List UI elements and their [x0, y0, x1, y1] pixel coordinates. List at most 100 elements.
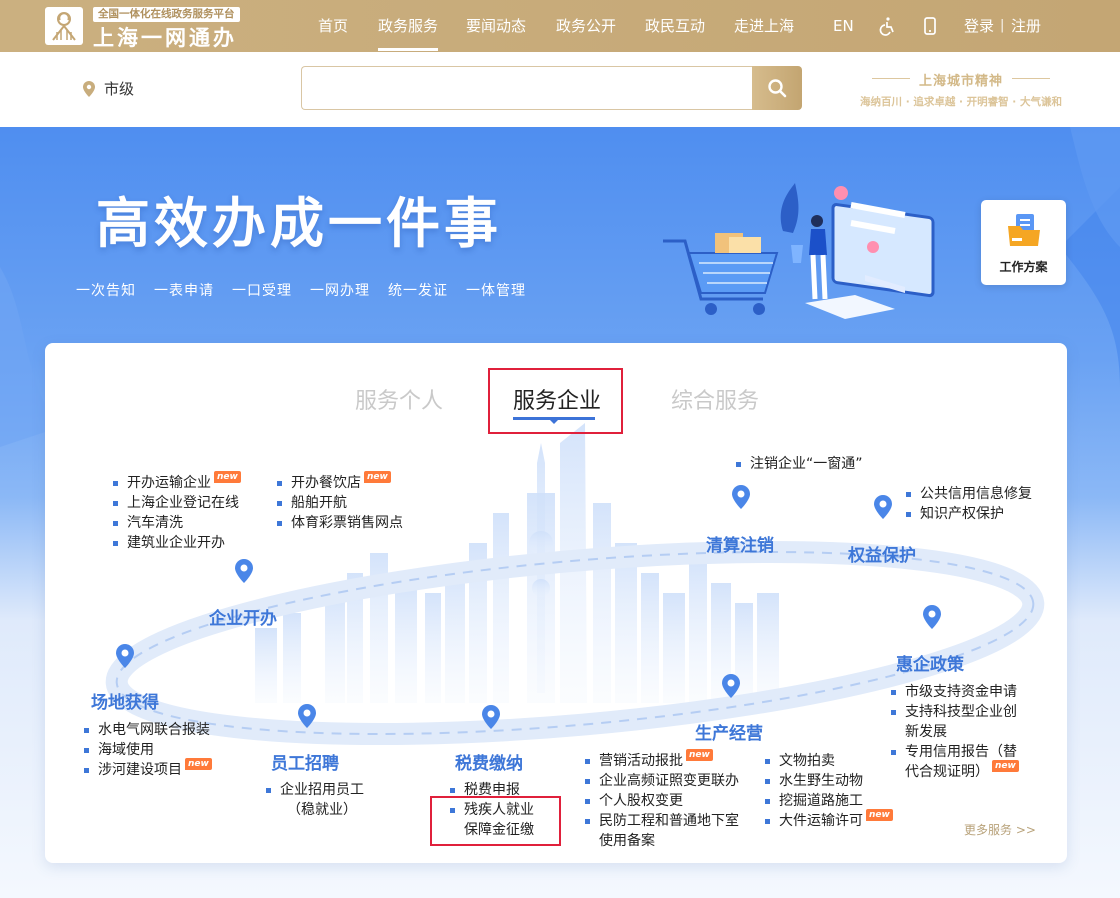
- service-list-rights-protection: 公共信用信息修复 知识产权保护: [906, 484, 1032, 524]
- service-item[interactable]: 汽车清洗: [113, 513, 241, 533]
- map-pin-icon: [482, 705, 500, 729]
- service-item-continuation[interactable]: （稳就业）: [266, 800, 364, 820]
- city-spirit-title: 上海城市精神: [866, 70, 1056, 89]
- service-item[interactable]: 企业招用员工: [266, 780, 364, 800]
- service-item[interactable]: 涉河建设项目new: [84, 760, 212, 780]
- service-list-production-operation-a: 营销活动报批new 企业高频证照变更联办 个人股权变更 民防工程和普通地下室 使…: [585, 751, 739, 851]
- map-pin-icon: [732, 485, 750, 509]
- service-item[interactable]: 文物拍卖: [765, 751, 893, 771]
- accessibility-icon[interactable]: [878, 16, 898, 36]
- category-enterprise-policies[interactable]: 惠企政策: [896, 650, 964, 675]
- service-list-enterprise-setup-a: 开办运输企业new 上海企业登记在线 汽车清洗 建筑业企业开办: [113, 473, 241, 553]
- location-pin-icon[interactable]: [83, 81, 95, 97]
- map-pin-icon: [874, 495, 892, 519]
- service-item[interactable]: 开办餐饮店new: [277, 473, 403, 493]
- service-item[interactable]: 企业高频证照变更联办: [585, 771, 739, 791]
- map-pin-icon: [923, 605, 941, 629]
- service-item[interactable]: 营销活动报批new: [585, 751, 739, 771]
- feature-item: 统一发证: [388, 280, 448, 300]
- active-tab-caret: [550, 420, 558, 424]
- feature-item: 一次告知: [76, 280, 136, 300]
- category-rights-protection[interactable]: 权益保护: [848, 541, 916, 566]
- service-list-enterprise-policies: 市级支持资金申请 支持科技型企业创 新发展 专用信用报告（替 代合规证明）new: [891, 682, 1019, 782]
- feature-list: 一次告知 一表申请 一口受理 一网办理 统一发证 一体管理: [76, 280, 526, 300]
- category-employee-recruitment[interactable]: 员工招聘: [271, 749, 339, 774]
- map-pin-icon: [116, 644, 134, 668]
- service-item[interactable]: 知识产权保护: [906, 504, 1032, 524]
- category-liquidation[interactable]: 清算注销: [706, 531, 774, 556]
- service-item-continuation[interactable]: 代合规证明）new: [891, 762, 1019, 782]
- service-item-continuation[interactable]: 使用备案: [585, 831, 739, 851]
- service-item[interactable]: 海域使用: [84, 740, 212, 760]
- service-item[interactable]: 残疾人就业: [450, 800, 534, 820]
- service-item[interactable]: 大件运输许可new: [765, 811, 893, 831]
- category-enterprise-setup[interactable]: 企业开办: [209, 604, 277, 629]
- new-badge: new: [686, 749, 713, 761]
- new-badge: new: [214, 471, 241, 483]
- service-item[interactable]: 水生野生动物: [765, 771, 893, 791]
- service-item[interactable]: 专用信用报告（替: [891, 742, 1019, 762]
- feature-item: 一网办理: [310, 280, 370, 300]
- search-button[interactable]: [752, 66, 802, 110]
- service-list-site-acquisition: 水电气网联合报装 海域使用 涉河建设项目new: [84, 720, 212, 780]
- mobile-icon[interactable]: [920, 16, 940, 36]
- search-input[interactable]: [301, 66, 753, 110]
- service-item[interactable]: 公共信用信息修复: [906, 484, 1032, 504]
- logo-name[interactable]: 上海一网通办: [93, 22, 237, 52]
- service-item[interactable]: 注销企业“一窗通”: [736, 454, 863, 474]
- new-badge: new: [364, 471, 391, 483]
- service-item[interactable]: 上海企业登记在线: [113, 493, 241, 513]
- service-list-tax-payment: 税费申报 残疾人就业 保障金征缴: [450, 780, 534, 840]
- service-list-employee-recruitment: 企业招用员工 （稳就业）: [266, 780, 364, 820]
- nav-home[interactable]: 首页: [318, 16, 348, 36]
- feature-item: 一体管理: [466, 280, 526, 300]
- category-tax-payment[interactable]: 税费缴纳: [455, 749, 523, 774]
- service-item-continuation[interactable]: 保障金征缴: [450, 820, 534, 840]
- service-item[interactable]: 市级支持资金申请: [891, 682, 1019, 702]
- work-plan-label: 工作方案: [981, 258, 1066, 275]
- category-production-operation[interactable]: 生产经营: [695, 719, 763, 744]
- new-badge: new: [185, 758, 212, 770]
- document-folder-icon: [1008, 214, 1040, 246]
- service-item-continuation[interactable]: 新发展: [891, 722, 1019, 742]
- service-list-liquidation: 注销企业“一窗通”: [736, 454, 863, 474]
- nav-government-services[interactable]: 政务服务: [378, 16, 438, 36]
- service-item[interactable]: 开办运输企业new: [113, 473, 241, 493]
- service-item[interactable]: 船舶开航: [277, 493, 403, 513]
- service-item[interactable]: 挖掘道路施工: [765, 791, 893, 811]
- tab-enterprise-services[interactable]: 服务企业: [513, 383, 601, 415]
- feature-item: 一表申请: [154, 280, 214, 300]
- logo-tagline: 全国一体化在线政务服务平台: [93, 7, 240, 22]
- nav-gov-affairs-open[interactable]: 政务公开: [556, 16, 616, 36]
- logo-emblem-icon[interactable]: [45, 7, 83, 45]
- feature-item: 一口受理: [232, 280, 292, 300]
- banner-title: 高效办成一件事: [96, 179, 502, 258]
- shopping-cart-monitor-illustration: [655, 175, 945, 325]
- service-item[interactable]: 民防工程和普通地下室: [585, 811, 739, 831]
- service-item[interactable]: 体育彩票销售网点: [277, 513, 403, 533]
- search-icon: [767, 78, 787, 98]
- register-link[interactable]: 注册: [1011, 16, 1041, 36]
- tab-comprehensive-services[interactable]: 综合服务: [671, 383, 759, 415]
- nav-language-en[interactable]: EN: [833, 16, 854, 36]
- nav-interaction[interactable]: 政民互动: [645, 16, 705, 36]
- service-list-enterprise-setup-b: 开办餐饮店new 船舶开航 体育彩票销售网点: [277, 473, 403, 533]
- login-separator: |: [1000, 16, 1004, 36]
- service-item[interactable]: 税费申报: [450, 780, 534, 800]
- location-selector[interactable]: 市级: [104, 78, 134, 99]
- service-item[interactable]: 支持科技型企业创: [891, 702, 1019, 722]
- new-badge: new: [866, 809, 893, 821]
- tab-personal-services[interactable]: 服务个人: [355, 383, 443, 415]
- more-services-link[interactable]: 更多服务 >>: [964, 821, 1036, 838]
- work-plan-card[interactable]: 工作方案: [981, 200, 1066, 285]
- services-panel: 服务个人 服务企业 综合服务 企业开办 场地获得 员工招聘 税费缴纳 生产经营 …: [45, 343, 1067, 863]
- service-item[interactable]: 个人股权变更: [585, 791, 739, 811]
- login-link[interactable]: 登录: [964, 16, 994, 36]
- service-item[interactable]: 建筑业企业开办: [113, 533, 241, 553]
- nav-about-shanghai[interactable]: 走进上海: [734, 16, 794, 36]
- nav-news[interactable]: 要闻动态: [466, 16, 526, 36]
- map-pin-icon: [722, 674, 740, 698]
- service-item[interactable]: 水电气网联合报装: [84, 720, 212, 740]
- category-site-acquisition[interactable]: 场地获得: [91, 688, 159, 713]
- city-spirit-slogan: 海纳百川 · 追求卓越 · 开明睿智 · 大气谦和: [852, 94, 1070, 109]
